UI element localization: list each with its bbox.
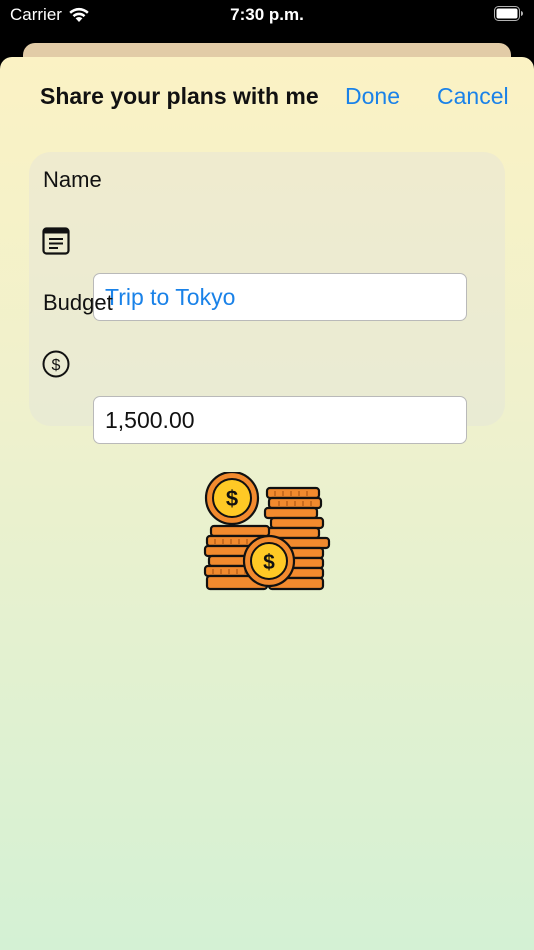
cancel-button[interactable]: Cancel: [437, 83, 509, 110]
budget-label: Budget: [43, 290, 113, 315]
document-icon: [42, 227, 70, 255]
budget-input[interactable]: 1,500.00: [93, 396, 467, 444]
status-bar: Carrier 7:30 p.m.: [0, 0, 534, 44]
name-label: Name: [43, 167, 102, 192]
status-time: 7:30 p.m.: [230, 5, 304, 24]
svg-text:$: $: [263, 551, 275, 574]
plan-form: Name Trip to Tokyo Budget $ 1,500.00: [29, 152, 505, 444]
battery-icon: [494, 6, 523, 21]
done-button[interactable]: Done: [345, 83, 400, 110]
coin-stacks-icon: $ $: [203, 472, 331, 591]
name-input[interactable]: Trip to Tokyo: [93, 273, 467, 321]
svg-text:$: $: [52, 357, 61, 374]
dollar-circle-icon: $: [42, 350, 70, 378]
sheet-title: Share your plans with me: [40, 83, 319, 109]
svg-text:$: $: [226, 486, 238, 511]
